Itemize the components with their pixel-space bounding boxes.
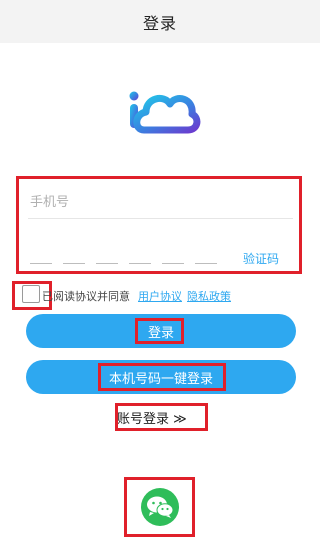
code-slot [96,263,118,264]
code-slot [195,263,217,264]
cloud-i-logo-icon [129,91,201,134]
agreement-text: 已阅读协议并同意 [42,290,130,303]
verification-code-input[interactable] [30,263,220,264]
privacy-policy-link[interactable]: 隐私政策 [187,288,231,304]
user-agreement-link[interactable]: 用户协议 [138,288,182,304]
agreement-checkbox[interactable] [22,285,40,303]
account-login-highlight [115,403,208,431]
top-bar: 登录 [0,0,320,43]
one-click-login-highlight [98,363,226,391]
login-button-highlight [135,318,184,344]
page-title: 登录 [142,13,177,33]
agreement-row: 已阅读协议并同意 用户协议 隐私政策 [42,288,231,304]
code-slot [30,263,52,264]
get-code-button[interactable]: 验证码 [243,250,279,267]
wechat-icon [147,496,174,518]
phone-input[interactable] [30,190,285,214]
wechat-login-button[interactable] [141,488,179,526]
code-slot [162,263,184,264]
code-slot [129,263,151,264]
code-slot [63,263,85,264]
input-divider [28,218,293,219]
